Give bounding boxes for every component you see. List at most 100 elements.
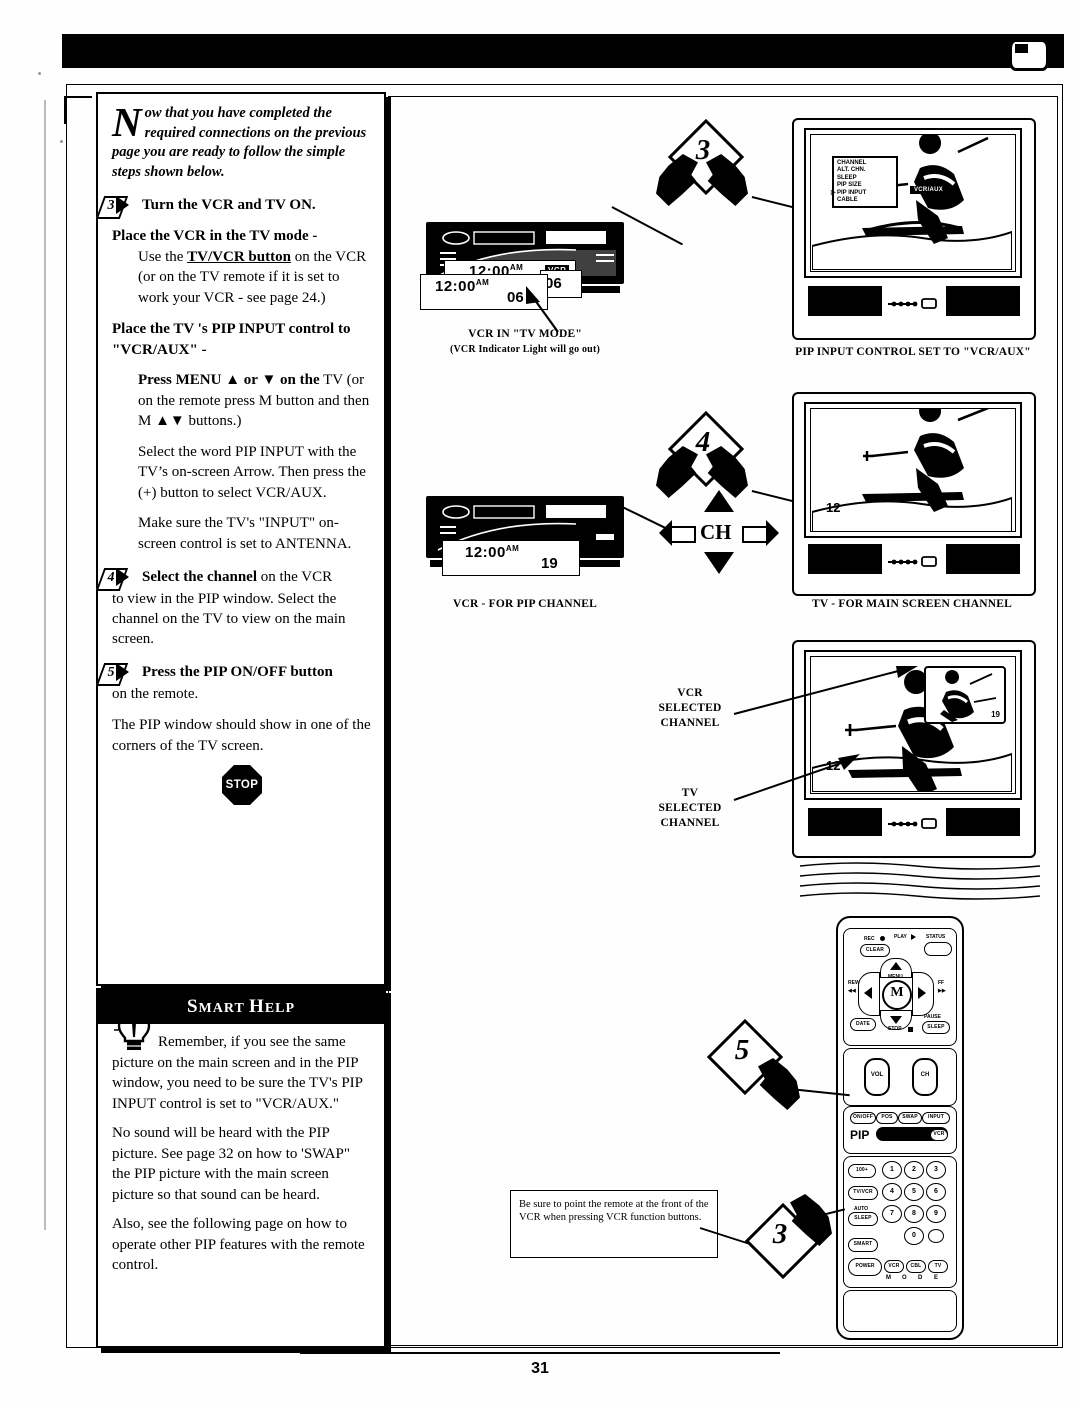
osd-item-channel[interactable]: CHANNEL	[837, 160, 893, 167]
vcr-top-illustration: 12:00AM VCR 06 12:00AM 06	[420, 222, 630, 333]
vcr-top-caption-2: (VCR Indicator Light will go out)	[449, 344, 601, 355]
smart-help-panel: SMART HELP Remember, if you see the same…	[96, 988, 386, 1348]
key-0[interactable]: 0	[904, 1227, 924, 1245]
osd-item-alt-chn[interactable]: ALT. CHN.	[837, 167, 893, 174]
scan-speck	[38, 72, 41, 75]
volume-rocker[interactable]: VOL	[864, 1058, 890, 1096]
flag-number: 3	[695, 134, 711, 166]
use-tvvcr-text-a: Use the	[138, 248, 188, 265]
pip-input-button[interactable]: INPUT	[922, 1112, 950, 1124]
key-5[interactable]: 5	[904, 1183, 924, 1201]
sleep-small-button[interactable]: SLEEP	[922, 1021, 950, 1034]
osd-item-pip-input[interactable]: PIP INPUT	[831, 190, 893, 198]
ch-right-arrow-icon[interactable]	[742, 520, 779, 546]
stop-icon: STOP	[222, 765, 262, 805]
tvvcr-button-link[interactable]: TV/VCR button	[187, 249, 291, 265]
step-4-heading-bold: Select the channel	[142, 569, 257, 585]
flag-number: 5	[734, 1034, 750, 1066]
mode-vcr-button[interactable]: VCR	[884, 1260, 904, 1273]
decorative-squiggles	[799, 862, 1041, 900]
key-1[interactable]: 1	[882, 1161, 902, 1179]
dpad-right-arrow-icon	[918, 987, 926, 999]
time-value: 12:00	[435, 278, 476, 295]
key-8[interactable]: 8	[904, 1205, 924, 1223]
step-badge-3: 3	[95, 196, 134, 219]
ch-up-arrow-icon[interactable]	[704, 490, 734, 512]
pip-onoff-button[interactable]: ON/OFF	[850, 1112, 876, 1124]
lightbulb-icon	[114, 1009, 153, 1050]
step-5-extra: The PIP window should show in one of the…	[112, 717, 371, 754]
ch-down-arrow-icon[interactable]	[704, 552, 734, 574]
step-number: 5	[107, 665, 115, 680]
key-3[interactable]: 3	[926, 1161, 946, 1179]
pip-window: 19	[924, 666, 1006, 724]
callout-tv-leader	[733, 754, 860, 801]
date-button[interactable]: DATE	[850, 1018, 876, 1031]
pip-swap-button[interactable]: SWAP	[898, 1112, 922, 1124]
header-tick	[1052, 36, 1055, 66]
step-3-block-1: Place the VCR in the TV mode - Use the T…	[112, 226, 372, 308]
ch-left-arrow-icon[interactable]	[659, 520, 696, 546]
callout-tv-line3: CHANNEL	[660, 817, 720, 829]
osd-item-cable[interactable]: CABLE	[837, 197, 893, 204]
tv-pip-speaker-left	[808, 808, 882, 836]
key-4[interactable]: 4	[882, 1183, 902, 1201]
smart-help-body: Remember, if you see the same picture on…	[98, 1024, 384, 1291]
step-3-block-5: Select the word PIP INPUT with the TV’s …	[138, 443, 366, 501]
time-value: 12:00	[465, 544, 506, 561]
rec-text: REC	[864, 936, 875, 942]
tv-mid-caption: TV - FOR MAIN SCREEN CHANNEL	[812, 598, 1012, 610]
mode-letter-d: D	[918, 1275, 923, 1281]
vol-label: VOL	[870, 1072, 884, 1078]
rec-dot-icon	[880, 936, 885, 941]
ch-label: CH	[700, 520, 732, 544]
hundred-plus-button[interactable]: 100+	[848, 1164, 876, 1178]
step-flag-5: 5	[706, 1018, 800, 1110]
intro-dropcap: N	[112, 99, 142, 145]
vcr-mid-caption: VCR - FOR PIP CHANNEL	[452, 598, 598, 610]
tv-osd-menu[interactable]: CHANNEL ALT. CHN. SLEEP PIP SIZE PIP INP…	[831, 156, 898, 209]
tv-pip-icon	[1009, 39, 1049, 71]
key-9[interactable]: 9	[926, 1205, 946, 1223]
step-3-heading: Turn the VCR and TV ON.	[142, 197, 316, 213]
flag-number: 3	[772, 1218, 788, 1250]
stop-label: STOP	[888, 1026, 902, 1032]
sleep-button[interactable]: SLEEP	[848, 1212, 878, 1226]
tv-top-speaker-right	[946, 286, 1020, 316]
ampm-value: AM	[505, 544, 520, 553]
stop-sign-wrap: STOP	[112, 765, 372, 805]
dpad-left-arrow-icon	[864, 987, 872, 999]
smart-button[interactable]: SMART	[848, 1238, 878, 1252]
step-number: 3	[107, 198, 115, 213]
osd-item-sleep[interactable]: SLEEP	[837, 175, 893, 182]
header-bar	[62, 34, 1064, 68]
stop-square-icon	[908, 1027, 913, 1032]
ampm-value: AM	[475, 278, 490, 287]
step-4-heading: Select the channel on the VCR	[142, 567, 372, 587]
clear-button[interactable]: CLEAR	[860, 944, 890, 957]
step-badge-5: 5	[95, 663, 134, 686]
status-button[interactable]	[924, 942, 952, 956]
key-7[interactable]: 7	[882, 1205, 902, 1223]
flag-number: 4	[695, 426, 711, 458]
key-2[interactable]: 2	[904, 1161, 924, 1179]
power-button[interactable]: POWER	[848, 1258, 882, 1276]
mode-cbl-button[interactable]: CBL	[906, 1260, 926, 1273]
key-blank[interactable]	[928, 1229, 944, 1243]
pip-vcr-button[interactable]: VCR	[930, 1129, 948, 1141]
step-3-block-4: Press MENU ▲ or ▼ on the TV (or on the r…	[112, 370, 372, 432]
tv-mid-screen: 12	[804, 402, 1022, 538]
sh-t4: ELP	[264, 1001, 296, 1016]
tv-top-caption: PIP INPUT CONTROL SET TO "VCR/AUX"	[795, 346, 1031, 358]
mode-tv-button[interactable]: TV	[928, 1260, 948, 1273]
step-5-body: on the remote.	[112, 686, 199, 702]
tv-mid-illustration: 12	[792, 392, 1036, 596]
tv-vcr-button[interactable]: TV/VCR	[848, 1186, 878, 1200]
key-6[interactable]: 6	[926, 1183, 946, 1201]
osd-item-pip-size[interactable]: PIP SIZE	[837, 182, 893, 189]
menu-button[interactable]: M	[882, 980, 912, 1010]
press-menu-label: Press MENU ▲ or ▼ on the	[138, 372, 320, 388]
channel-rocker[interactable]: CH	[912, 1058, 938, 1096]
corner-mark	[64, 96, 92, 124]
pip-pos-button[interactable]: POS	[876, 1112, 898, 1124]
